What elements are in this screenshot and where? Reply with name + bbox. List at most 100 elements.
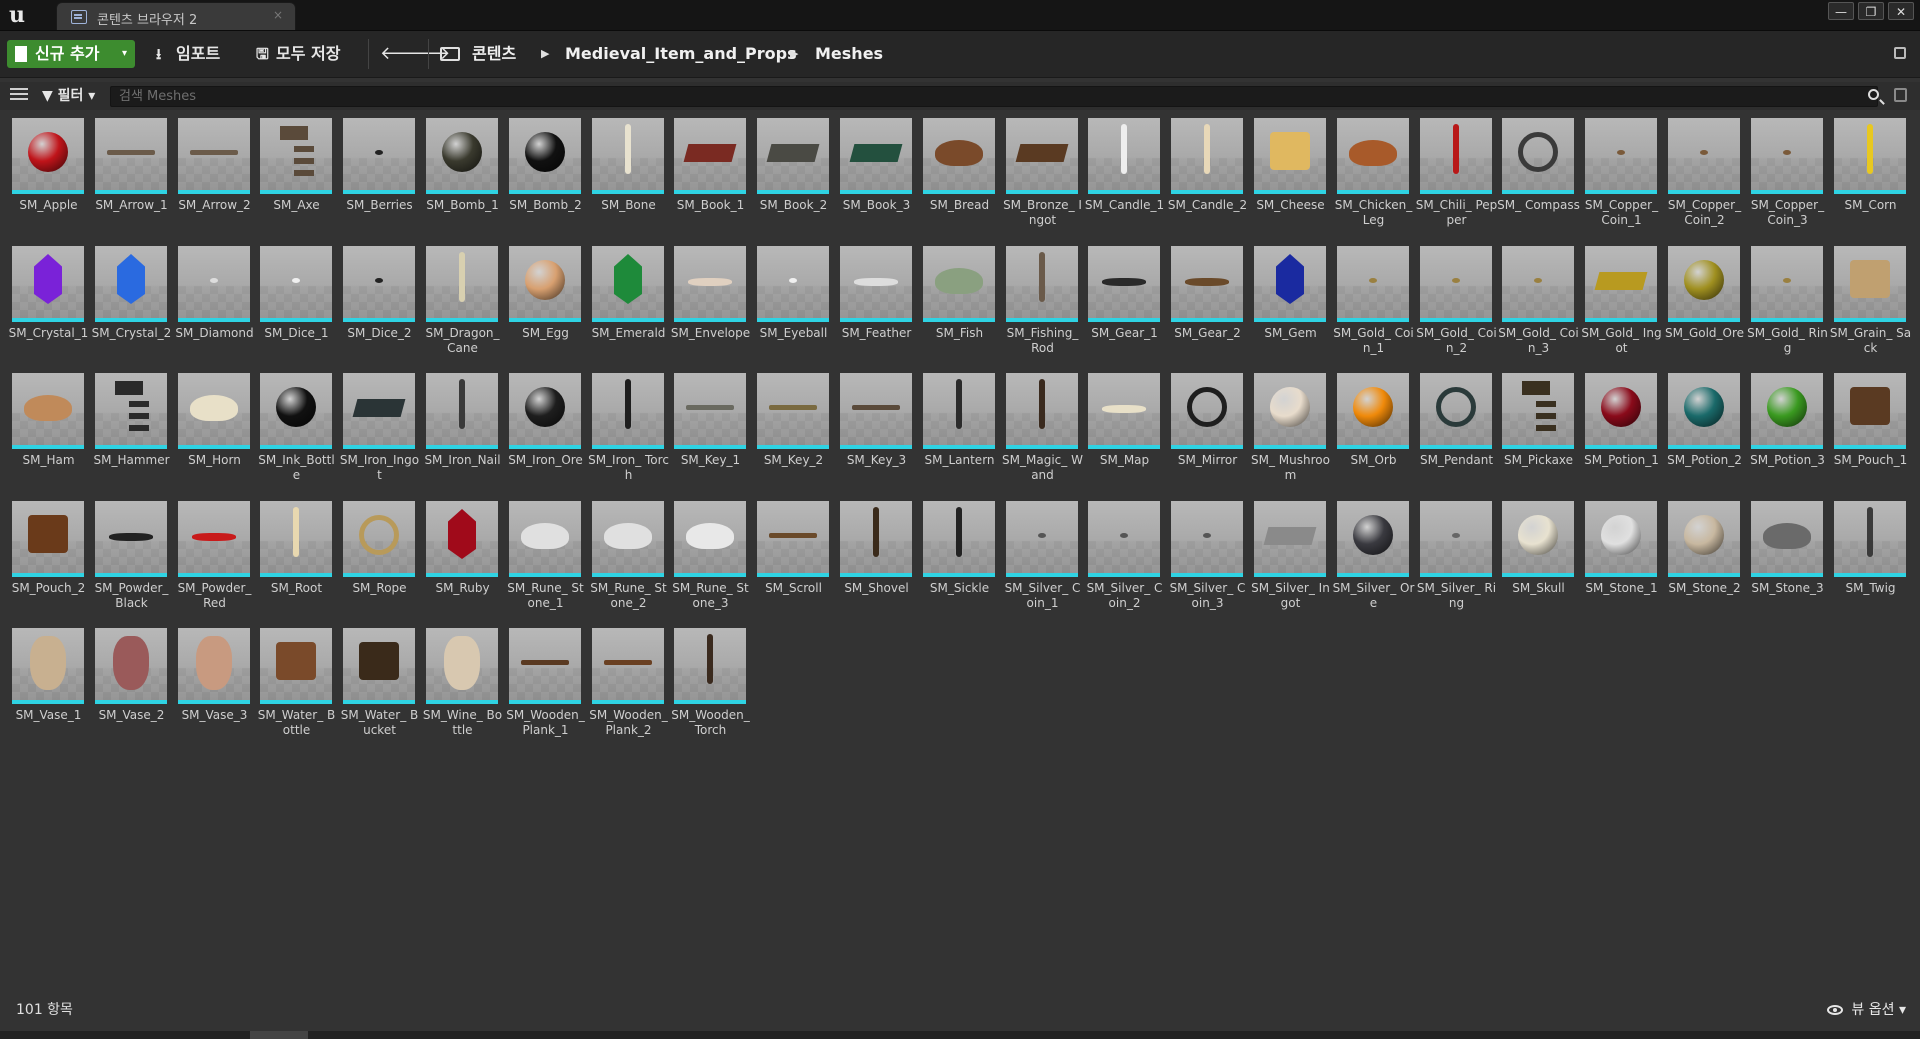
asset-tile[interactable]: SM_Crystal_2	[90, 244, 173, 369]
asset-tile[interactable]: SM_Chili_ Pepper	[1415, 116, 1498, 241]
asset-tile[interactable]: SM_Key_2	[752, 371, 835, 496]
asset-tile[interactable]: SM_Silver_ Ore	[1332, 499, 1415, 624]
asset-tile[interactable]: SM_Lantern	[918, 371, 1001, 496]
asset-tile[interactable]: SM_Copper_ Coin_1	[1580, 116, 1663, 241]
asset-tile[interactable]: SM_Fish	[918, 244, 1001, 369]
asset-tile[interactable]: SM_Iron_Ore	[504, 371, 587, 496]
asset-tile[interactable]: SM_Wooden_ Plank_2	[587, 626, 670, 751]
asset-tile[interactable]: SM_Egg	[504, 244, 587, 369]
import-button[interactable]: ⭳ 임포트	[152, 40, 220, 68]
asset-tile[interactable]: SM_Powder_ Red	[173, 499, 256, 624]
asset-tile[interactable]: SM_Silver_ Coin_1	[1001, 499, 1084, 624]
breadcrumb-medieval-item-and-props[interactable]: Medieval_Item_and_Props	[565, 40, 797, 68]
asset-tile[interactable]: SM_Skull	[1497, 499, 1580, 624]
asset-tile[interactable]: SM_Bone	[587, 116, 670, 241]
asset-tile[interactable]: SM_Silver_ Ring	[1415, 499, 1498, 624]
asset-tile[interactable]: SM_Candle_1	[1083, 116, 1166, 241]
asset-tile[interactable]: SM_Rope	[338, 499, 421, 624]
asset-tile[interactable]: SM_Copper_ Coin_3	[1746, 116, 1829, 241]
asset-tile[interactable]: SM_Chicken_ Leg	[1332, 116, 1415, 241]
asset-tile[interactable]: SM_Dragon_ Cane	[421, 244, 504, 369]
asset-tile[interactable]: SM_Dice_2	[338, 244, 421, 369]
save-search-icon[interactable]	[1894, 88, 1907, 102]
asset-tile[interactable]: SM_Potion_1	[1580, 371, 1663, 496]
asset-tile[interactable]: SM_Key_3	[835, 371, 918, 496]
asset-tile[interactable]: SM_Book_2	[752, 116, 835, 241]
asset-tile[interactable]: SM_Stone_2	[1663, 499, 1746, 624]
lock-icon[interactable]	[1894, 47, 1906, 59]
sources-panel-toggle-icon[interactable]	[10, 88, 28, 102]
asset-tile[interactable]: SM_Gold_ Coin_1	[1332, 244, 1415, 369]
breadcrumb-meshes[interactable]: Meshes	[815, 40, 883, 68]
asset-tile[interactable]: SM_Corn	[1829, 116, 1912, 241]
asset-tile[interactable]: SM_Orb	[1332, 371, 1415, 496]
asset-tile[interactable]: SM_Feather	[835, 244, 918, 369]
search-icon[interactable]	[1868, 89, 1879, 100]
asset-tile[interactable]: SM_Pickaxe	[1497, 371, 1580, 496]
asset-tile[interactable]: SM_Gold_ Ring	[1746, 244, 1829, 369]
asset-tile[interactable]: SM_Ham	[7, 371, 90, 496]
asset-tile[interactable]: SM_Iron_Ingot	[338, 371, 421, 496]
asset-tile[interactable]: SM_Root	[255, 499, 338, 624]
asset-tile[interactable]: SM_Vase_1	[7, 626, 90, 751]
asset-tile[interactable]: SM_Envelope	[669, 244, 752, 369]
asset-tile[interactable]: SM_Silver_ Coin_3	[1166, 499, 1249, 624]
asset-tile[interactable]: SM_Ink_Bottle	[255, 371, 338, 496]
asset-tile[interactable]: SM_Book_1	[669, 116, 752, 241]
save-all-button[interactable]: 🖫 모두 저장	[252, 40, 340, 68]
asset-tile[interactable]: SM_Key_1	[669, 371, 752, 496]
asset-tile[interactable]: SM_Eyeball	[752, 244, 835, 369]
breadcrumb-separator-icon[interactable]: ▶	[790, 40, 798, 68]
asset-tile[interactable]: SM_Grain_ Sack	[1829, 244, 1912, 369]
asset-tile[interactable]: SM_Bread	[918, 116, 1001, 241]
asset-tile[interactable]: SM_Cheese	[1249, 116, 1332, 241]
asset-tile[interactable]: SM_Potion_3	[1746, 371, 1829, 496]
asset-tile[interactable]: SM_Stone_1	[1580, 499, 1663, 624]
asset-tile[interactable]: SM_Silver_ Ingot	[1249, 499, 1332, 624]
add-new-button[interactable]: 신규 추가 ▾	[7, 40, 135, 68]
asset-tile[interactable]: SM_Vase_2	[90, 626, 173, 751]
asset-tile[interactable]: SM_Water_ Bottle	[255, 626, 338, 751]
asset-tile[interactable]: SM_Arrow_1	[90, 116, 173, 241]
asset-tile[interactable]: SM_Water_ Bucket	[338, 626, 421, 751]
filter-button[interactable]: ▼ 필터 ▾	[42, 86, 95, 106]
asset-tile[interactable]: SM_Silver_ Coin_2	[1083, 499, 1166, 624]
asset-tile[interactable]: SM_Axe	[255, 116, 338, 241]
asset-tile[interactable]: SM_Candle_2	[1166, 116, 1249, 241]
horizontal-scrollbar[interactable]	[0, 1031, 1920, 1039]
asset-tile[interactable]: SM_Scroll	[752, 499, 835, 624]
asset-tile[interactable]: SM_Bronze_ Ingot	[1001, 116, 1084, 241]
folder-icon[interactable]	[440, 47, 460, 61]
asset-tile[interactable]: SM_Gold_Ore	[1663, 244, 1746, 369]
asset-tile[interactable]: SM_Gem	[1249, 244, 1332, 369]
asset-tile[interactable]: SM_Gold_ Ingot	[1580, 244, 1663, 369]
asset-tile[interactable]: SM_Crystal_1	[7, 244, 90, 369]
asset-tile[interactable]: SM_Gear_2	[1166, 244, 1249, 369]
content-browser-tab[interactable]: 콘텐츠 브라우저 2 ×	[56, 2, 296, 30]
asset-tile[interactable]: SM_Pouch_1	[1829, 371, 1912, 496]
tab-close-icon[interactable]: ×	[273, 8, 283, 22]
asset-tile[interactable]: SM_Gold_ Coin_2	[1415, 244, 1498, 369]
asset-tile[interactable]: SM_Bomb_1	[421, 116, 504, 241]
asset-tile[interactable]: SM_Pendant	[1415, 371, 1498, 496]
breadcrumb-separator-icon[interactable]: ▶	[541, 40, 549, 68]
search-input[interactable]	[110, 86, 1878, 107]
asset-tile[interactable]: SM_Ruby	[421, 499, 504, 624]
asset-tile[interactable]: SM_Twig	[1829, 499, 1912, 624]
asset-tile[interactable]: SM_Vase_3	[173, 626, 256, 751]
asset-tile[interactable]: SM_Powder_ Black	[90, 499, 173, 624]
asset-tile[interactable]: SM_Gold_ Coin_3	[1497, 244, 1580, 369]
asset-tile[interactable]: SM_Fishing_ Rod	[1001, 244, 1084, 369]
view-options-button[interactable]: 뷰 옵션 ▾	[1826, 999, 1906, 1019]
asset-tile[interactable]: SM_Stone_3	[1746, 499, 1829, 624]
asset-tile[interactable]: SM_Hammer	[90, 371, 173, 496]
asset-tile[interactable]: SM_Dice_1	[255, 244, 338, 369]
asset-tile[interactable]: SM_Bomb_2	[504, 116, 587, 241]
asset-tile[interactable]: SM_Mirror	[1166, 371, 1249, 496]
asset-tile[interactable]: SM_Magic_ Wand	[1001, 371, 1084, 496]
asset-tile[interactable]: SM_Iron_ Torch	[587, 371, 670, 496]
asset-tile[interactable]: SM_Sickle	[918, 499, 1001, 624]
asset-tile[interactable]: SM_Wine_ Bottle	[421, 626, 504, 751]
close-window-button[interactable]: ✕	[1888, 2, 1914, 20]
asset-tile[interactable]: SM_Arrow_2	[173, 116, 256, 241]
